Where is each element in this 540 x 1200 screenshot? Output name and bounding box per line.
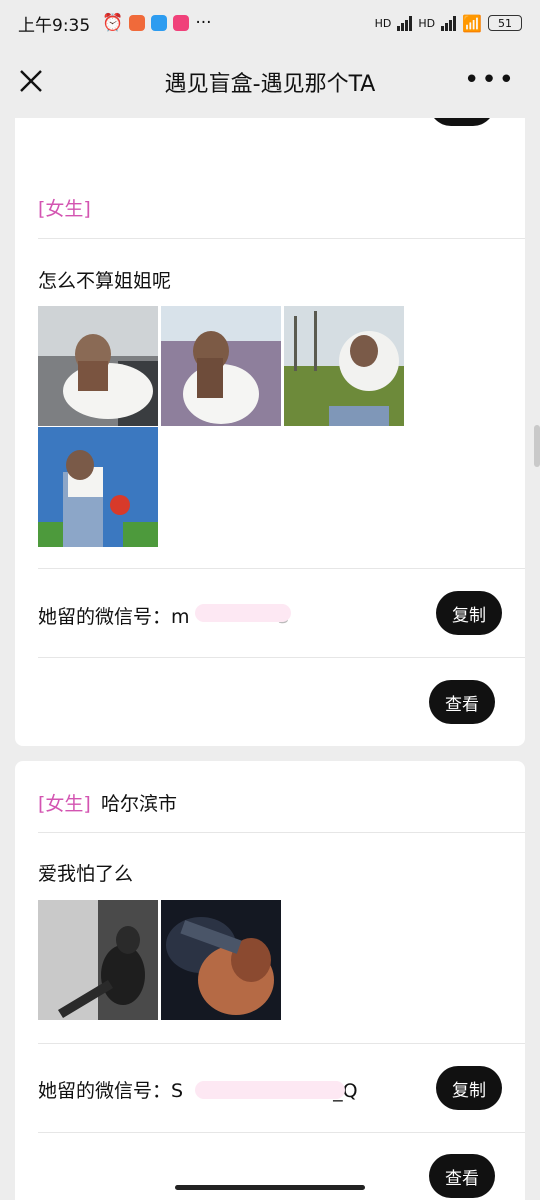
wechat-id-prefix: m [171,606,190,628]
wechat-label: 她留的微信号： [38,1080,172,1102]
alarm-icon: ⏰ [102,13,124,33]
divider [38,657,525,658]
wechat-label: 她留的微信号： [38,606,172,628]
divider [38,832,525,833]
photo-thumbnail[interactable] [284,306,404,426]
battery-level: 51 [498,16,512,30]
scrollbar-thumb[interactable] [534,425,540,467]
photo-thumbnail[interactable] [38,900,158,1020]
more-options-icon[interactable]: ••• [464,67,516,93]
signal-icon [397,15,413,31]
card-message: 爱我怕了么 [38,863,134,885]
city-label: 哈尔滨市 [101,793,178,815]
blind-box-card: [女生] 哈尔滨市 爱我怕了么 她留的微信号：S _Q 复制 查看 [15,761,525,1200]
view-button[interactable]: 查看 [429,680,495,724]
photo-thumbnail[interactable] [161,900,281,1020]
divider [38,1043,525,1044]
wechat-id-mask [195,1081,345,1099]
gender-tag: [女生] [38,198,91,220]
gender-tag: [女生] [38,793,91,815]
photo-thumbnail[interactable] [38,306,158,426]
app-notification-icon [151,15,168,31]
photo-thumbnail[interactable] [38,427,158,547]
wechat-id-mask [195,604,291,622]
status-bar: 上午9:35 ⏰ ··· HD HD 📶 51 [0,0,540,46]
app-notification-icon [129,15,146,31]
more-notifications-icon: ··· [195,13,212,33]
copy-button[interactable]: 复制 [436,591,502,635]
hd-label: HD [418,16,436,30]
view-button[interactable]: 查看 [429,1154,495,1198]
status-time: 上午9:35 [18,15,91,36]
nav-bar: 遇见盲盒-遇见那个TA ••• [0,46,540,118]
divider [38,568,525,569]
battery-icon: 51 [488,15,522,31]
signal-icon [441,15,457,31]
divider [38,1132,525,1133]
hd-label: HD [374,16,392,30]
blind-box-card: [女生] 怎么不算姐姐呢 她留的微信号：m 复制 查看 [15,118,525,746]
close-icon[interactable] [18,68,44,94]
view-button-partial[interactable] [429,118,495,126]
page-title: 遇见盲盒-遇见那个TA [164,72,376,97]
app-notification-icon [173,15,190,31]
home-indicator[interactable] [175,1185,365,1190]
photo-thumbnail[interactable] [161,306,281,426]
card-message: 怎么不算姐姐呢 [38,270,172,292]
wechat-id-prefix: S [171,1080,184,1102]
divider [38,238,525,239]
copy-button[interactable]: 复制 [436,1066,502,1110]
wifi-icon: 📶 [462,13,482,33]
